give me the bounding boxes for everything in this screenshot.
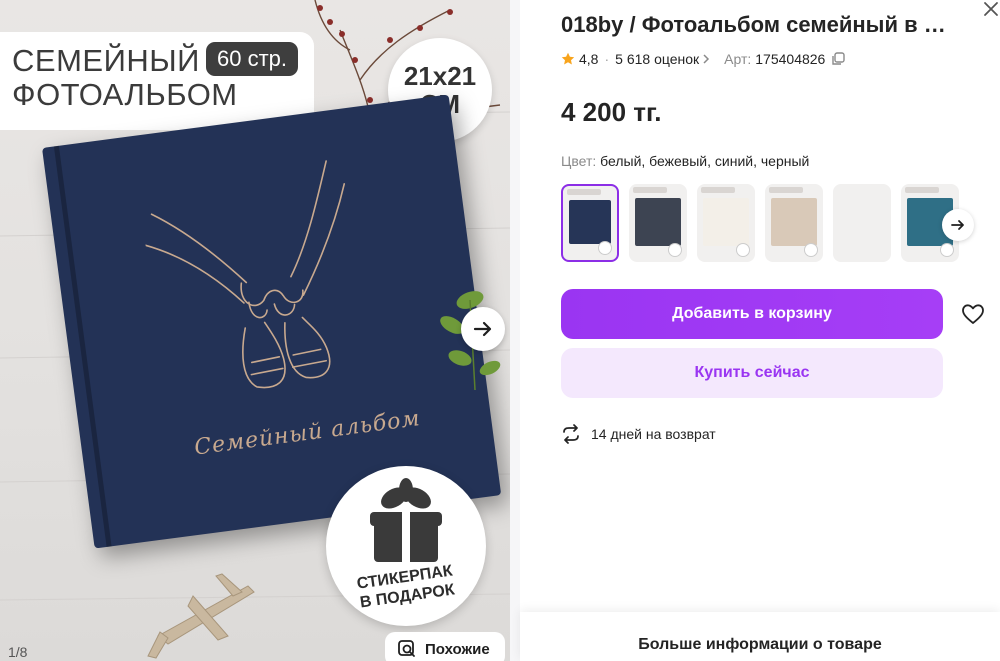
pages-badge: 60 стр. <box>206 42 299 76</box>
product-title: 018by / Фотоальбом семейный в … <box>561 12 946 37</box>
reviews-link[interactable]: 5 618 оценок <box>615 51 710 67</box>
swatch-gift-badge <box>804 243 818 257</box>
similar-button[interactable]: Похожие <box>385 632 505 661</box>
similar-search-icon <box>398 640 415 657</box>
panel-divider <box>510 0 520 661</box>
swatch-gift-badge <box>598 241 612 255</box>
return-arrows-icon <box>563 424 579 444</box>
product-price: 4 200 тг. <box>561 97 662 127</box>
gift-stickerpack-badge: СТИКЕРПАК В ПОДАРОК <box>326 466 486 626</box>
color-swatch-dark-grey[interactable] <box>629 184 687 262</box>
product-image-gallery[interactable]: СЕМЕЙНЫЙ ФОТОАЛЬБОМ 60 стр. 21х21 СМ Сем… <box>0 0 510 661</box>
color-swatch-beige[interactable] <box>765 184 823 262</box>
swatch-label-strip <box>633 187 667 193</box>
color-label: Цвет: <box>561 153 597 169</box>
copy-icon <box>832 52 846 65</box>
copy-article-button[interactable] <box>831 52 846 66</box>
color-swatch-dark-blue[interactable] <box>561 184 619 262</box>
swatch-label-strip <box>567 189 601 195</box>
heart-icon <box>962 304 984 324</box>
image-counter: 1/8 <box>8 644 28 660</box>
swatch-cover <box>771 198 817 246</box>
more-info-bar: Больше информации о товаре <box>520 612 1000 661</box>
swatch-label-strip <box>769 187 803 193</box>
size-number: 21х21 <box>403 61 477 91</box>
swatch-gift-badge <box>736 243 750 257</box>
article-value: 175404826 <box>755 51 826 67</box>
color-swatch-empty[interactable] <box>833 184 891 262</box>
swatch-gift-badge <box>668 243 682 257</box>
reviews-count: 5 618 оценок <box>615 51 700 67</box>
swatch-cover <box>703 198 749 246</box>
similar-label: Похожие <box>425 640 490 658</box>
color-values: белый, бежевый, синий, черный <box>600 153 810 169</box>
star-icon <box>561 52 575 65</box>
buy-now-button[interactable]: Купить сейчас <box>561 348 943 398</box>
swatch-cover <box>569 200 611 244</box>
image-next-button[interactable] <box>461 307 505 351</box>
close-icon <box>984 2 998 16</box>
rating-value: 4,8 <box>579 51 599 67</box>
decor-wooden-plane <box>147 573 255 659</box>
swatch-label-strip <box>905 187 939 193</box>
more-info-link[interactable]: Больше информации о товаре <box>520 636 1000 654</box>
swatch-gift-badge <box>940 243 954 257</box>
color-swatch-white[interactable] <box>697 184 755 262</box>
product-meta-row: 4,8 · 5 618 оценок Арт: 175404826 <box>561 51 846 67</box>
separator-dot: · <box>604 51 610 67</box>
swatch-cover <box>635 198 681 246</box>
chevron-right-icon <box>703 54 710 64</box>
arrow-right-icon <box>473 321 492 337</box>
swatch-label-strip <box>701 187 735 193</box>
add-to-cart-button[interactable]: Добавить в корзину <box>561 289 943 339</box>
close-button[interactable] <box>982 0 1000 18</box>
color-info: Цвет: белый, бежевый, синий, черный <box>561 153 809 169</box>
swatches-next-button[interactable] <box>942 209 974 241</box>
holding-hands-line-art <box>144 160 346 389</box>
favorite-button[interactable] <box>960 301 986 327</box>
arrow-right-icon <box>951 220 964 230</box>
promo-title: СЕМЕЙНЫЙ ФОТОАЛЬБОМ <box>12 43 238 112</box>
returns-text: 14 дней на возврат <box>591 426 716 442</box>
returns-info: 14 дней на возврат <box>561 424 716 444</box>
article-label: Арт: <box>724 51 752 67</box>
